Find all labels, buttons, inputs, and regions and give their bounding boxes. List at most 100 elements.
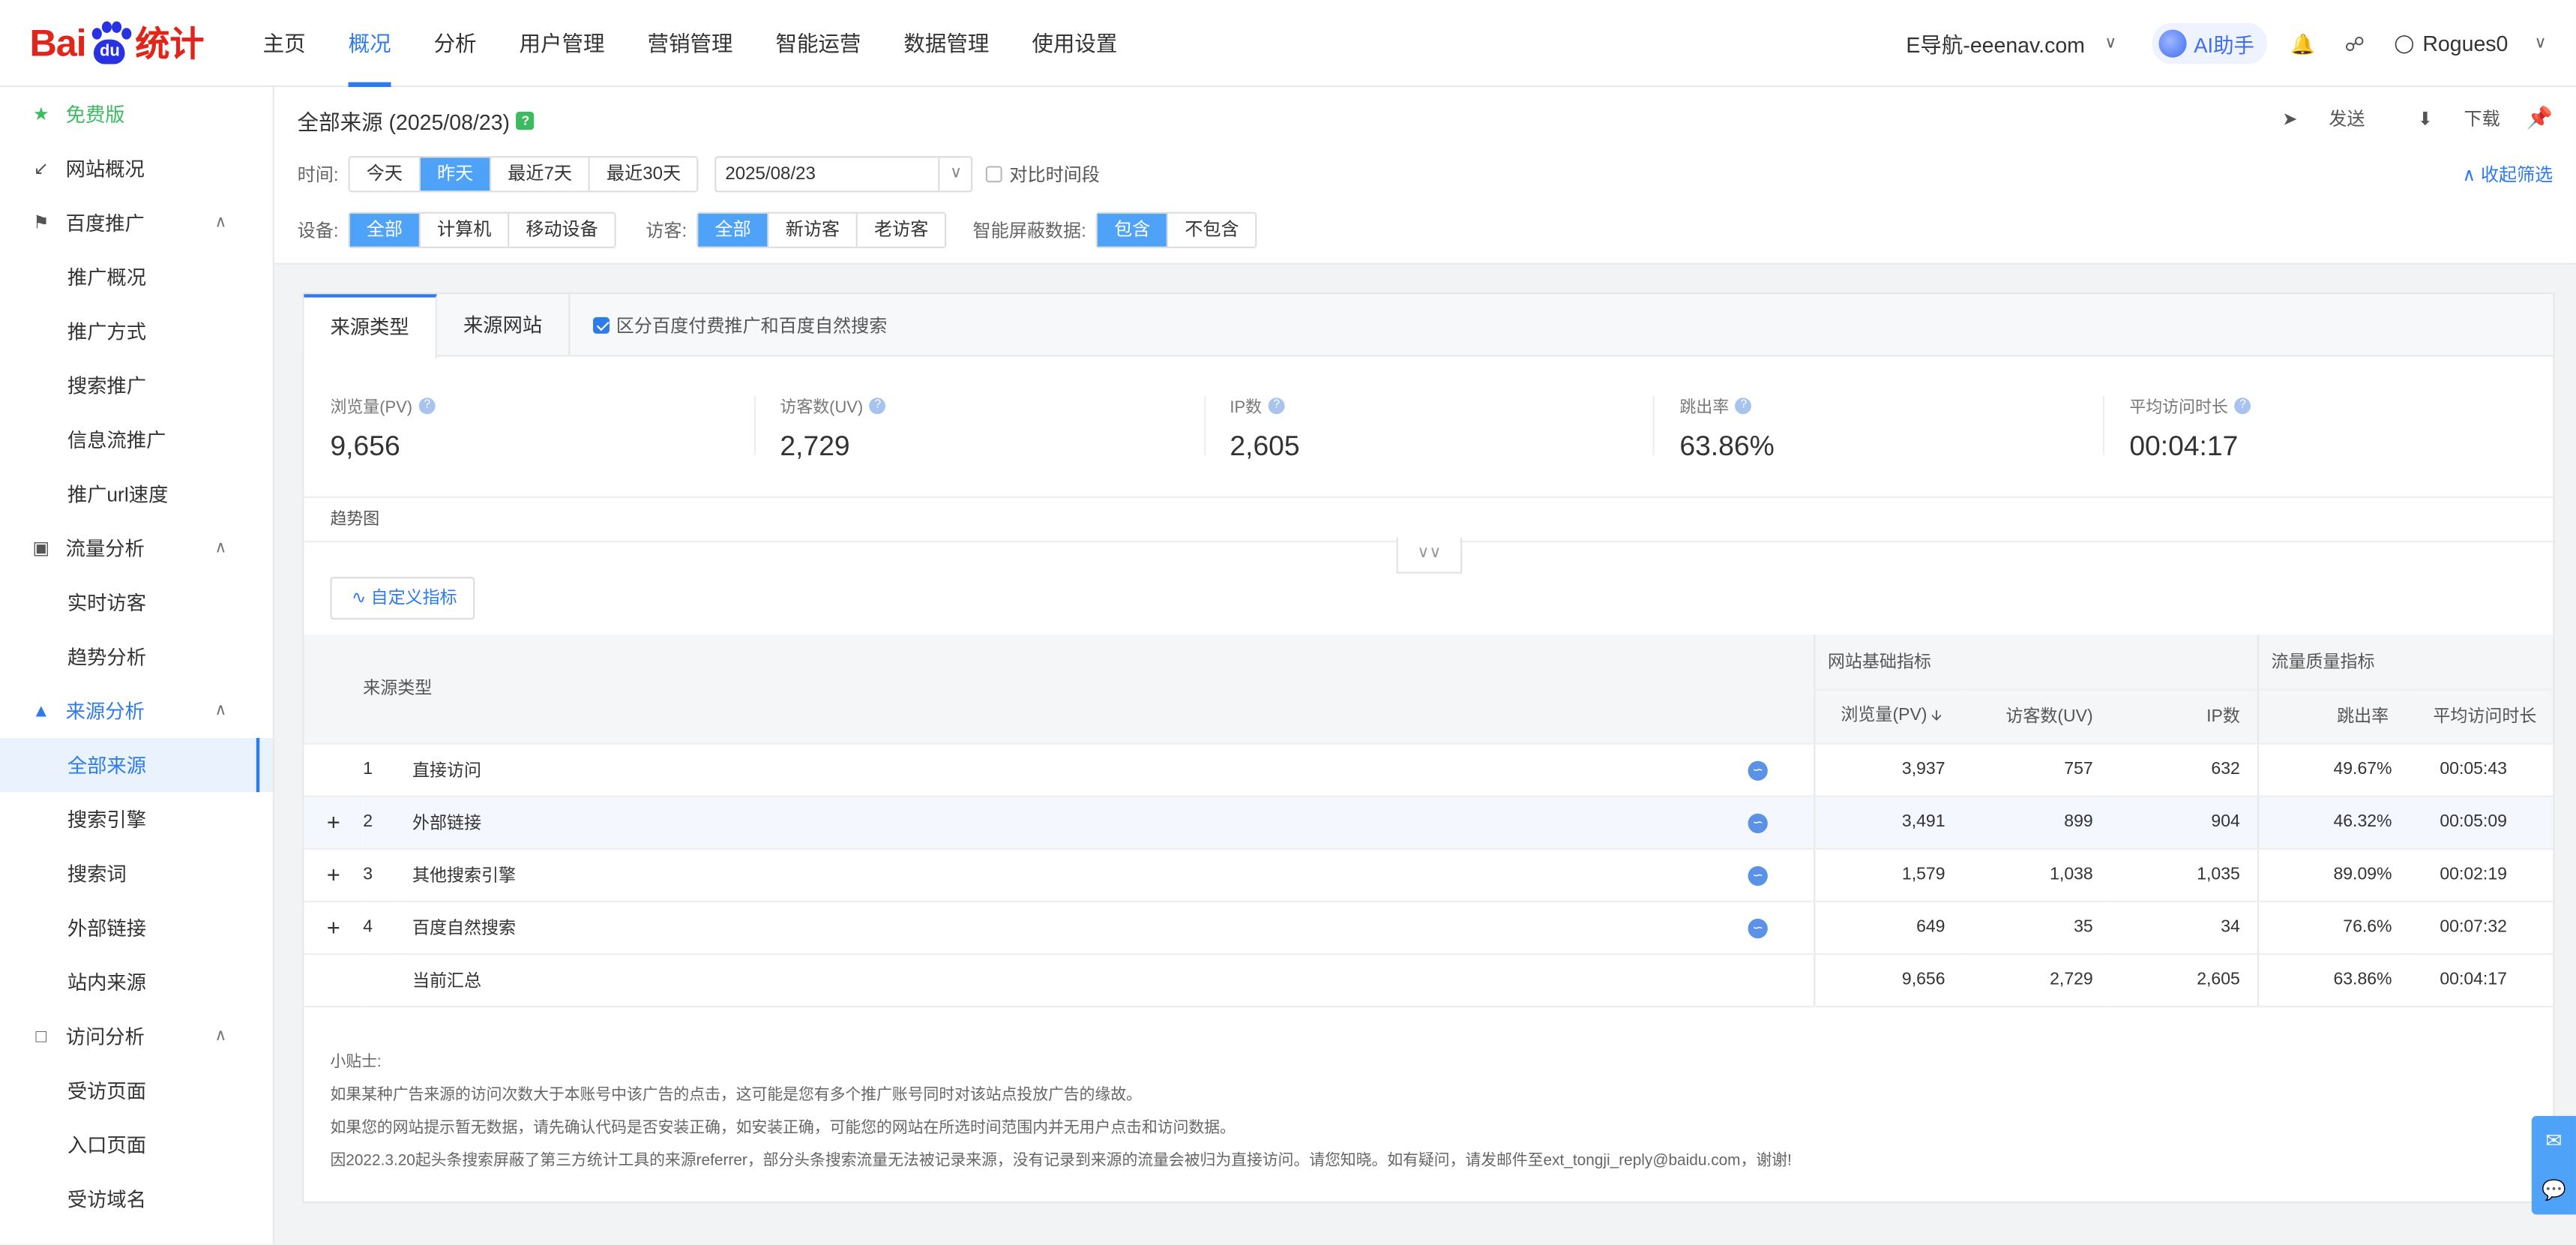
sort-desc-icon: 🡫 [1927,706,1942,724]
filter-option[interactable]: 最近7天 [491,158,591,191]
total-row: 当前汇总 9,656 2,729 2,605 63.86% 00:04:17 [304,952,2554,1007]
sidebar-item[interactable]: 站内来源 [0,955,273,1009]
filter-option[interactable]: 移动设备 [509,213,615,247]
cell-bounce: 49.67% [2256,742,2406,796]
expand-trend-button[interactable]: ∨∨ [1396,537,1463,574]
question-icon[interactable]: ? [869,397,886,414]
tab-1[interactable]: 来源网站 [437,294,571,356]
collapse-filter-link[interactable]: ∧ 收起筛选 [2463,161,2554,188]
trend-chart-icon[interactable]: ∽ [1748,760,1768,780]
column-header[interactable]: 平均访问时长 [2405,688,2554,744]
metric-label: IP数 [1230,399,1263,418]
filter-option[interactable]: 新访客 [768,213,858,247]
filter-option[interactable]: 老访客 [858,213,945,247]
column-header[interactable]: 访客数(UV) [1961,688,2110,744]
chat-icon[interactable]: 💬 [2532,1166,2576,1215]
sidebar-group[interactable]: □ 访问分析 ∧ [0,1009,273,1063]
sidebar-item[interactable]: 全部来源 [0,737,273,793]
checkbox-icon [986,166,1003,183]
source-name[interactable]: 百度自然搜索 [396,900,1748,955]
link-icon[interactable]: ☍ [2344,32,2365,56]
sidebar: ★ 免费版 ↙ 网站概况 ⚑ 百度推广 ∧ 推广概况 推广方式 搜索推广 信息流推广 推广url速… [0,87,274,1244]
table-row[interactable]: +3 其他搜索引擎 ∽ 1,579 1,038 1,035 89.09% 00:02:19 [304,848,2554,902]
trend-chart-icon[interactable]: ∽ [1748,865,1768,886]
filter-option[interactable]: 不包含 [1168,213,1256,247]
table-row[interactable]: +2 外部链接 ∽ 3,491 899 904 46.32% 00:05:09 [304,795,2554,849]
megaphone-icon: ⚑ [32,213,49,234]
baidu-tongji-logo[interactable]: Bai du 统计 [29,16,204,69]
baidu-paw-icon: du [88,20,132,64]
sidebar-item[interactable]: 搜索词 [0,847,273,901]
nav-item[interactable]: 概况 [327,0,412,88]
nav-item[interactable]: 用户管理 [498,0,626,87]
sidebar-item[interactable]: 搜索引擎 [0,792,273,846]
cell-dur: 00:05:43 [2405,742,2554,796]
sidebar-item[interactable]: 受访页面 [0,1064,273,1118]
download-button[interactable]: ⬇ 下载 [2392,105,2500,131]
ai-assistant-button[interactable]: AI助手 [2152,22,2268,64]
user-menu[interactable]: ◯ Rogues0 ∨ [2394,32,2546,56]
help-icon[interactable]: ? [516,112,535,130]
sidebar-item[interactable]: 实时访客 [0,575,273,629]
sidebar-group[interactable]: ↙ 网站概况 [0,141,273,195]
nav-item[interactable]: 营销管理 [626,0,754,87]
nav-item[interactable]: 主页 [263,0,327,87]
filter-option[interactable]: 最近30天 [590,158,698,191]
bell-icon[interactable]: 🔔 [2290,32,2315,56]
question-icon[interactable]: ? [1268,397,1285,414]
sidebar-item[interactable]: 信息流推广 [0,412,273,466]
question-icon[interactable]: ? [1735,397,1752,414]
table-row[interactable]: 1 直接访问 ∽ 3,937 757 632 49.67% 00:05:43 [304,742,2554,796]
date-picker[interactable]: 2025/08/23 ∨ [715,156,974,193]
compare-checkbox[interactable]: 对比时间段 [986,161,1100,188]
sidebar-group[interactable]: ⚑ 百度推广 ∧ [0,196,273,250]
sidebar-item[interactable]: 推广url速度 [0,466,273,520]
question-icon[interactable]: ? [418,397,436,414]
sidebar-item[interactable]: 搜索推广 [0,358,273,412]
source-name[interactable]: 外部链接 [396,795,1748,849]
custom-metrics-button[interactable]: ∿ 自定义指标 [330,577,475,620]
column-header-label: 跳出率 [2337,706,2389,727]
metric-value: 63.86% [1679,430,1775,462]
sidebar-item[interactable]: 推广概况 [0,250,273,304]
filter-option[interactable]: 计算机 [421,213,510,247]
trend-chart-icon[interactable]: ∽ [1748,917,1768,938]
message-icon[interactable]: ✉ [2532,1116,2576,1166]
filter-option[interactable]: 全部 [698,213,769,247]
question-icon[interactable]: ? [2234,397,2251,414]
cell-uv: 899 [1961,795,2110,849]
expand-row-button[interactable]: + [304,848,364,902]
chevron-down-icon: ∨ [939,158,972,191]
sidebar-item[interactable]: 推广方式 [0,304,273,358]
send-button[interactable]: ➤ 发送 [2256,105,2365,131]
column-header[interactable]: 浏览量(PV) 🡫 [1813,688,1962,744]
nav-item[interactable]: 分析 [412,0,498,87]
filter-option[interactable]: 包含 [1098,213,1169,247]
distinguish-paid-label: 区分百度付费推广和百度自然搜索 [616,316,888,337]
nav-item[interactable]: 使用设置 [1011,0,1139,87]
filter-option[interactable]: 昨天 [421,158,492,191]
sidebar-group[interactable]: ▲ 来源分析 ∧ [0,684,273,738]
sidebar-item[interactable]: 受访域名 [0,1172,273,1226]
filter-option[interactable]: 全部 [349,213,421,247]
sidebar-item[interactable]: 外部链接 [0,901,273,955]
nav-item[interactable]: 数据管理 [882,0,1011,87]
column-header[interactable]: IP数 [2109,688,2257,744]
site-selector[interactable]: E导航-eeenav.com ∨ [1906,28,2116,59]
table-row[interactable]: +4 百度自然搜索 ∽ 649 35 34 76.6% 00:07:32 [304,900,2554,955]
column-header[interactable]: 跳出率 [2256,688,2406,744]
tab-0[interactable]: 来源类型 [304,294,437,358]
pin-icon[interactable]: 📌 [2527,105,2553,131]
cell-bounce: 89.09% [2256,848,2406,902]
sidebar-item[interactable]: 趋势分析 [0,629,273,683]
filter-option[interactable]: 今天 [349,158,421,191]
nav-item[interactable]: 智能运营 [754,0,882,87]
sidebar-item[interactable]: 入口页面 [0,1118,273,1172]
sidebar-group[interactable]: ▣ 流量分析 ∧ [0,521,273,575]
sidebar-free-edition[interactable]: ★ 免费版 [0,87,273,141]
trend-chart-icon[interactable]: ∽ [1748,812,1768,832]
distinguish-paid-checkbox[interactable]: 区分百度付费推广和百度自然搜索 [570,294,887,355]
expand-row-button[interactable]: + [304,900,364,955]
segment-filter-row: 设备: 全部 计算机 移动设备 访客: 全部 新访客 老访客 智能屏蔽数据: 包含 不包含 [298,212,1257,248]
expand-row-button[interactable]: + [304,795,364,849]
